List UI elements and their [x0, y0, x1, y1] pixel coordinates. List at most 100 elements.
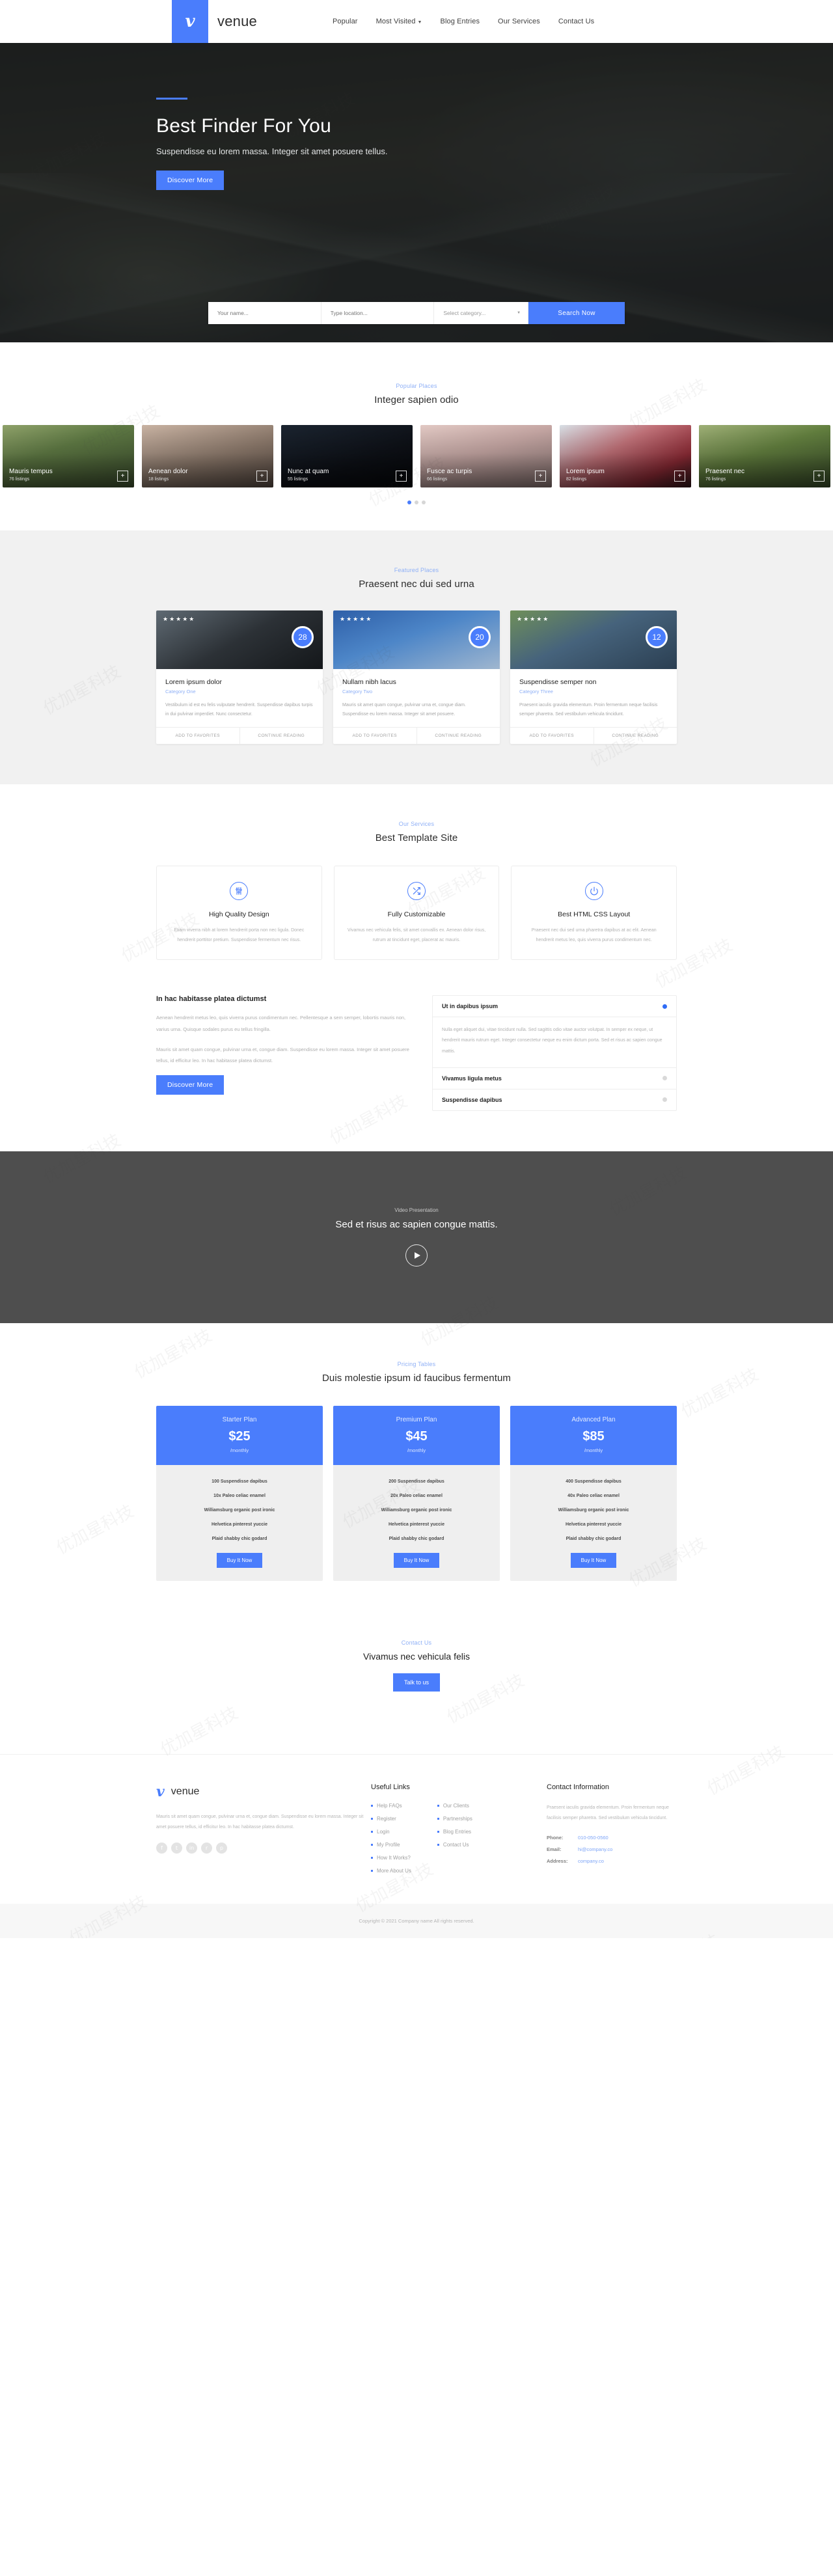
accordion-toggle-icon[interactable]	[662, 1004, 667, 1009]
search-now-button[interactable]: Search Now	[528, 302, 625, 324]
play-icon[interactable]	[405, 1244, 428, 1267]
place-card[interactable]: Mauris tempus 76 listings +	[3, 425, 134, 487]
place-card[interactable]: Nunc at quam 55 listings +	[281, 425, 413, 487]
contact-address-value[interactable]: company.co	[578, 1858, 604, 1864]
nav-item-most-visited[interactable]: Most Visited ▼	[376, 18, 422, 25]
footer-link-blog-entries[interactable]: Blog Entries	[437, 1829, 472, 1835]
contact-phone-label: Phone:	[547, 1835, 564, 1841]
footer-link-more-about-us[interactable]: More About Us	[371, 1868, 411, 1874]
nav-item-popular[interactable]: Popular	[333, 18, 358, 25]
contact-phone-value[interactable]: 010-050-0560	[578, 1835, 608, 1841]
footer-link-login[interactable]: Login	[371, 1829, 411, 1835]
plus-icon[interactable]: +	[674, 471, 685, 482]
plus-icon[interactable]: +	[535, 471, 546, 482]
popular-carousel[interactable]: Mauris tempus 76 listings + Aenean dolor 1…	[0, 425, 833, 487]
pricing-grid: Starter Plan $25 /monthly 100 Suspendiss…	[156, 1405, 677, 1581]
talk-to-us-button[interactable]: Talk to us	[392, 1673, 441, 1692]
footer-link-partnerships[interactable]: Partnerships	[437, 1816, 472, 1822]
search-location-input[interactable]	[321, 302, 435, 324]
site-footer: v venue Mauris sit amet quam congue, pul…	[0, 1753, 833, 1904]
plan-feature: 100 Suspendisse dapibus	[212, 1479, 267, 1484]
accordion-header[interactable]: Suspendisse dapibus	[433, 1089, 676, 1110]
featured-card-category[interactable]: Category One	[165, 689, 314, 694]
brand-logo[interactable]: v venue	[172, 0, 257, 43]
footer-link-help-faqs[interactable]: Help FAQs	[371, 1803, 411, 1809]
pricing-card: Advanced Plan $85 /monthly 400 Suspendis…	[510, 1405, 677, 1581]
plan-feature: Helvetica pinterest yuccie	[389, 1522, 444, 1527]
place-card[interactable]: Fusce ac turpis 66 listings +	[420, 425, 552, 487]
accordion-toggle-icon[interactable]	[662, 1097, 667, 1103]
footer-link-register[interactable]: Register	[371, 1816, 411, 1822]
split-paragraph-1: Aenean hendrerit metus leo, quis viverra…	[156, 1015, 406, 1032]
accordion-header[interactable]: Vivamus ligula metus	[433, 1068, 676, 1089]
plus-icon[interactable]: +	[396, 471, 407, 482]
bullet-icon	[371, 1817, 373, 1820]
featured-card-category[interactable]: Category Two	[342, 689, 491, 694]
pinterest-icon[interactable]: p	[216, 1843, 227, 1854]
plus-icon[interactable]: +	[117, 471, 128, 482]
plan-feature: Helvetica pinterest yuccie	[566, 1522, 621, 1527]
accordion-header[interactable]: Ut in dapibus ipsum	[433, 996, 676, 1017]
carousel-dot[interactable]	[407, 500, 411, 504]
continue-reading-button[interactable]: CONTINUE READING	[593, 728, 677, 744]
place-name: Nunc at quam	[288, 468, 329, 475]
plan-name: Premium Plan	[396, 1416, 437, 1423]
place-name: Praesent nec	[705, 468, 745, 475]
featured-card-text: Mauris sit amet quam congue, pulvinar ur…	[342, 703, 466, 717]
rss-icon[interactable]: r	[201, 1843, 212, 1854]
place-card[interactable]: Praesent nec 76 listings +	[699, 425, 830, 487]
accordion-label: Suspendisse dapibus	[442, 1096, 502, 1103]
footer-link-my-profile[interactable]: My Profile	[371, 1842, 411, 1848]
featured-badge: 12	[646, 626, 668, 648]
featured-badge: 20	[469, 626, 491, 648]
search-category-wrap: ▼	[434, 302, 529, 324]
footer-link-our-clients[interactable]: Our Clients	[437, 1803, 472, 1809]
power-icon	[584, 882, 603, 900]
pricing-header: Advanced Plan $85 /monthly	[510, 1405, 677, 1465]
add-to-favorites-button[interactable]: ADD TO FAVORITES	[510, 728, 594, 744]
place-card[interactable]: Aenean dolor 18 listings +	[142, 425, 273, 487]
main-nav: Popular Most Visited ▼ Blog Entries Our S…	[333, 18, 594, 25]
bullet-icon	[371, 1843, 373, 1846]
twitter-icon[interactable]: t	[171, 1843, 182, 1854]
service-text: Vivamus nec vehicula felis, sit amet con…	[347, 928, 486, 942]
featured-card-category[interactable]: Category Three	[519, 689, 668, 694]
buy-it-now-button[interactable]: Buy It Now	[570, 1552, 617, 1568]
contact-address-row: Address: company.co	[547, 1858, 677, 1864]
add-to-favorites-button[interactable]: ADD TO FAVORITES	[156, 728, 239, 744]
footer-link-how-it-works[interactable]: How It Works?	[371, 1855, 411, 1861]
plan-period: /monthly	[230, 1447, 249, 1453]
footer-link-contact-us[interactable]: Contact Us	[437, 1842, 472, 1848]
plan-feature: Plaid shabby chic godard	[566, 1536, 621, 1541]
search-category-select[interactable]	[434, 302, 529, 324]
plus-icon[interactable]: +	[813, 471, 825, 482]
split-discover-more-button[interactable]: Discover More	[156, 1075, 225, 1095]
nav-item-our-services[interactable]: Our Services	[498, 18, 540, 25]
services-title: Best Template Site	[375, 832, 458, 843]
hero-discover-more-button[interactable]: Discover More	[156, 171, 225, 190]
plan-feature: Plaid shabby chic godard	[212, 1536, 267, 1541]
carousel-dot[interactable]	[415, 500, 418, 504]
linkedin-icon[interactable]: in	[186, 1843, 197, 1854]
buy-it-now-button[interactable]: Buy It Now	[393, 1552, 440, 1568]
nav-item-blog-entries[interactable]: Blog Entries	[441, 18, 480, 25]
accordion-toggle-icon[interactable]	[662, 1076, 667, 1081]
featured-eyebrow: Featured Places	[394, 567, 439, 573]
contact-email-value[interactable]: hi@company.co	[578, 1846, 612, 1852]
continue-reading-button[interactable]: CONTINUE READING	[416, 728, 500, 744]
nav-item-contact-us[interactable]: Contact Us	[558, 18, 594, 25]
facebook-icon[interactable]: f	[156, 1843, 167, 1854]
carousel-dot[interactable]	[422, 500, 426, 504]
service-title: Best HTML CSS Layout	[558, 911, 631, 918]
featured-card: ★★★★★ 28 Lorem ipsum dolor Category One …	[156, 610, 323, 744]
plus-icon[interactable]: +	[256, 471, 267, 482]
contact-email-label: Email:	[547, 1846, 562, 1853]
search-name-input[interactable]	[208, 302, 321, 324]
continue-reading-button[interactable]: CONTINUE READING	[239, 728, 323, 744]
place-name: Aenean dolor	[148, 468, 188, 475]
add-to-favorites-button[interactable]: ADD TO FAVORITES	[333, 728, 416, 744]
footer-logo[interactable]: v venue	[156, 1783, 371, 1800]
place-name: Fusce ac turpis	[427, 468, 472, 475]
buy-it-now-button[interactable]: Buy It Now	[216, 1552, 263, 1568]
place-card[interactable]: Lorem ipsum 82 listings +	[560, 425, 691, 487]
